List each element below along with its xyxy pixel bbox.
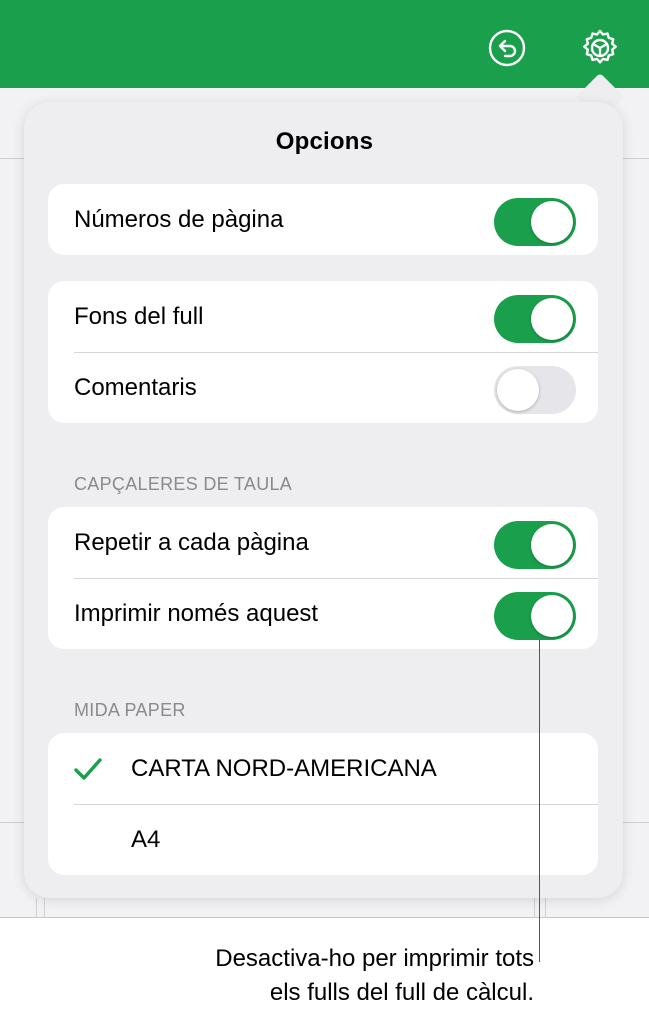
- undo-icon: [488, 29, 526, 67]
- table-headers-group: Repetir a cada pàgina Imprimir només aqu…: [48, 507, 598, 649]
- toolbar: [0, 0, 649, 88]
- undo-button[interactable]: [487, 28, 527, 68]
- comments-toggle[interactable]: [494, 366, 576, 414]
- grid-line: [545, 898, 546, 918]
- toggle-knob: [531, 595, 573, 637]
- grid-line: [623, 158, 649, 159]
- paper-option-a4[interactable]: A4: [48, 804, 598, 875]
- callout-line-2: els fulls del full de càlcul.: [269, 979, 534, 1006]
- settings-button[interactable]: [580, 28, 620, 68]
- checkmark-icon: [74, 758, 102, 780]
- page-numbers-row: Números de pàgina: [48, 184, 598, 255]
- grid-line: [0, 822, 24, 823]
- page-numbers-label: Números de pàgina: [74, 206, 284, 233]
- print-only-this-toggle[interactable]: [494, 592, 576, 640]
- comments-label: Comentaris: [74, 374, 197, 401]
- paper-option-letter[interactable]: CARTA NORD-AMERICANA: [48, 733, 598, 804]
- callout-text: Desactiva-ho per imprimir tots els fulls…: [74, 942, 534, 1010]
- repeat-each-page-label: Repetir a cada pàgina: [74, 529, 309, 556]
- paper-option-label: CARTA NORD-AMERICANA: [131, 755, 437, 782]
- sheet-background-toggle[interactable]: [494, 295, 576, 343]
- paper-option-label: A4: [131, 826, 161, 853]
- toggle-knob: [531, 201, 573, 243]
- toggle-knob: [531, 298, 573, 340]
- grid-line: [36, 898, 37, 918]
- repeat-each-page-row: Repetir a cada pàgina: [48, 507, 598, 578]
- grid-line: [534, 898, 535, 918]
- print-only-this-row: Imprimir només aquest: [48, 578, 598, 649]
- callout-line-1: Desactiva-ho per imprimir tots: [215, 945, 534, 972]
- table-headers-section-header: CAPÇALERES DE TAULA: [74, 474, 293, 494]
- settings-icon: [583, 29, 617, 64]
- grid-line: [623, 822, 649, 823]
- callout-line: [539, 640, 540, 962]
- page-numbers-group: Números de pàgina: [48, 184, 598, 255]
- grid-line: [44, 898, 45, 918]
- toggle-knob: [497, 369, 539, 411]
- repeat-each-page-toggle[interactable]: [494, 521, 576, 569]
- print-only-this-label: Imprimir només aquest: [74, 600, 319, 627]
- comments-row: Comentaris: [48, 352, 598, 423]
- paper-size-group: CARTA NORD-AMERICANA A4: [48, 733, 598, 875]
- page-numbers-toggle[interactable]: [494, 198, 576, 246]
- sheet-background-label: Fons del full: [74, 303, 204, 330]
- grid-line: [0, 158, 24, 159]
- toggle-knob: [531, 524, 573, 566]
- sheet-options-group: Fons del full Comentaris: [48, 281, 598, 423]
- popover-title: Opcions: [275, 128, 374, 155]
- paper-size-section-header: MIDA PAPER: [74, 700, 186, 720]
- sheet-background-row: Fons del full: [48, 281, 598, 352]
